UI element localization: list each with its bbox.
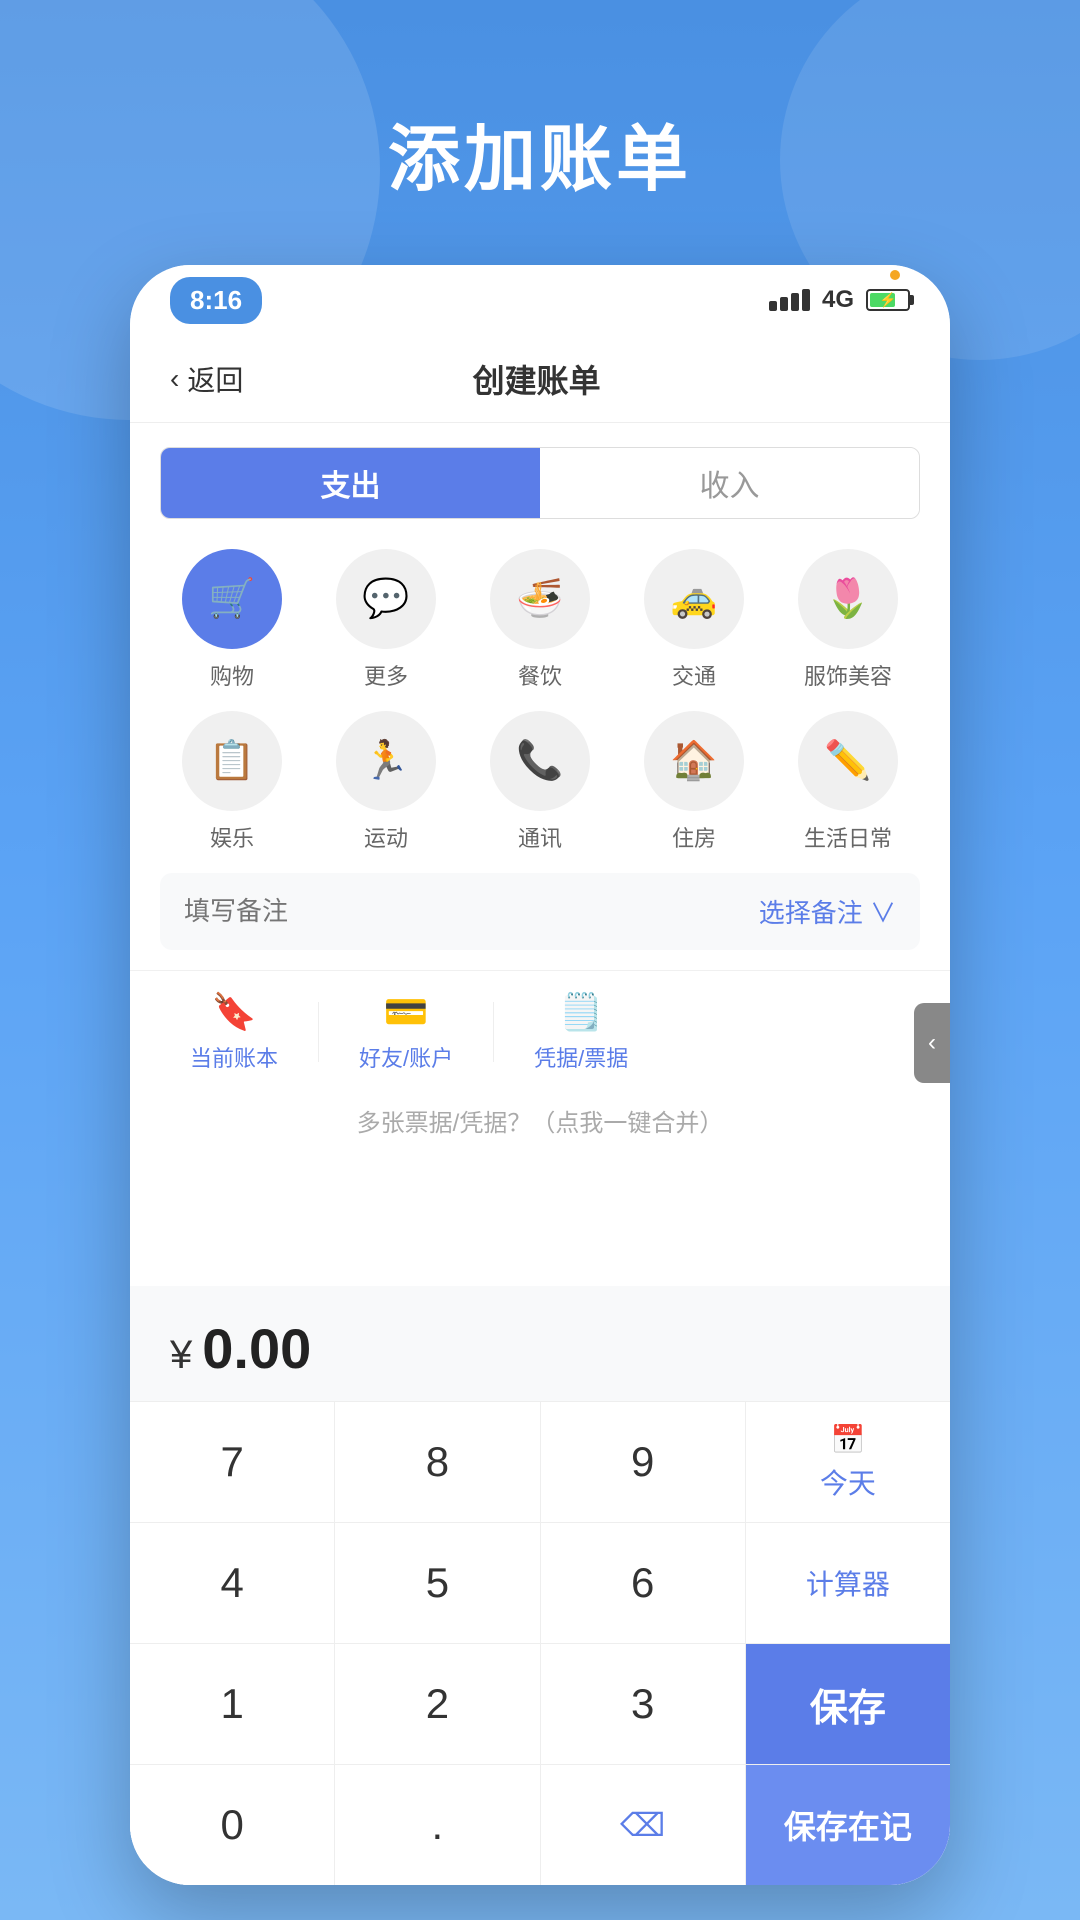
main-content: 支出 收入 🛒 购物 💬 更多 🍜 餐饮 🚕: [130, 423, 950, 1885]
numpad-row-3: 1 2 3 保存: [130, 1643, 950, 1764]
category-fashion-icon: 🌷: [798, 549, 898, 649]
dot-indicator: [890, 270, 900, 280]
back-label: 返回: [187, 359, 243, 399]
category-entertainment-label: 娱乐: [210, 821, 254, 853]
receipt-icon: 🗒️: [559, 991, 604, 1033]
remark-row: 选择备注 ∨: [160, 873, 920, 950]
status-time: 8:16: [170, 277, 262, 324]
numpad: 7 8 9 📅 今天 4 5 6 计算器: [130, 1401, 950, 1885]
nav-title: 创建账单: [243, 356, 830, 402]
voucher-label: 凭据/票据: [534, 1041, 628, 1073]
remark-select-button[interactable]: 选择备注 ∨: [759, 893, 896, 930]
category-entertainment[interactable]: 📋 娱乐: [160, 711, 304, 853]
action-row: 🔖 当前账本 💳 好友/账户 🗒️ 凭据/票据: [130, 970, 950, 1093]
key-today[interactable]: 📅 今天: [746, 1402, 950, 1522]
panel-toggle[interactable]: ‹: [914, 1003, 950, 1083]
page-title: 添加账单: [388, 100, 692, 205]
category-shopping[interactable]: 🛒 购物: [160, 549, 304, 691]
key-2[interactable]: 2: [335, 1644, 540, 1764]
category-transport[interactable]: 🚕 交通: [622, 549, 766, 691]
category-telecom[interactable]: 📞 通讯: [468, 711, 612, 853]
key-9[interactable]: 9: [541, 1402, 746, 1522]
remark-select-label: 选择备注: [759, 898, 863, 928]
today-label: 今天: [820, 1462, 876, 1502]
category-housing[interactable]: 🏠 住房: [622, 711, 766, 853]
key-save-record[interactable]: 保存在记: [746, 1765, 950, 1885]
category-transport-label: 交通: [672, 659, 716, 691]
category-fashion-label: 服饰美容: [804, 659, 892, 691]
back-chevron-icon: ‹: [170, 363, 179, 395]
chevron-left-icon: ‹: [928, 1029, 936, 1057]
category-telecom-label: 通讯: [518, 821, 562, 853]
category-sports[interactable]: 🏃 运动: [314, 711, 458, 853]
key-5[interactable]: 5: [335, 1523, 540, 1643]
status-right: 4G ⚡: [769, 286, 910, 314]
key-save[interactable]: 保存: [746, 1644, 950, 1764]
current-account-button[interactable]: 🔖 当前账本: [160, 981, 308, 1083]
remark-input[interactable]: [184, 896, 759, 927]
calendar-icon: 📅: [830, 1423, 865, 1456]
delete-icon: ⌫: [620, 1806, 665, 1844]
nav-bar: ‹ 返回 创建账单: [130, 335, 950, 423]
category-sports-label: 运动: [364, 821, 408, 853]
amount-display: ¥ 0.00: [130, 1286, 950, 1401]
action-divider-1: [318, 1002, 319, 1062]
category-daily-label: 生活日常: [804, 821, 892, 853]
key-8[interactable]: 8: [335, 1402, 540, 1522]
battery-icon: ⚡: [866, 289, 910, 311]
category-food-label: 餐饮: [518, 659, 562, 691]
key-7[interactable]: 7: [130, 1402, 335, 1522]
status-bar: 8:16 4G ⚡: [130, 265, 950, 335]
tab-expense[interactable]: 支出: [161, 448, 540, 518]
numpad-row-4: 0 . ⌫ 保存在记: [130, 1764, 950, 1885]
key-6[interactable]: 6: [541, 1523, 746, 1643]
back-button[interactable]: ‹ 返回: [170, 359, 243, 399]
category-telecom-icon: 📞: [490, 711, 590, 811]
category-transport-icon: 🚕: [644, 549, 744, 649]
phone-frame: 8:16 4G ⚡ ‹ 返回 创建账单: [130, 265, 950, 1885]
category-grid-row2: 📋 娱乐 🏃 运动 📞 通讯 🏠 住房 ✏️ 生活日常: [130, 701, 950, 873]
category-entertainment-icon: 📋: [182, 711, 282, 811]
key-calculator[interactable]: 计算器: [746, 1523, 950, 1643]
key-3[interactable]: 3: [541, 1644, 746, 1764]
friend-account-label: 好友/账户: [359, 1041, 453, 1073]
category-sports-icon: 🏃: [336, 711, 436, 811]
category-food-icon: 🍜: [490, 549, 590, 649]
category-shopping-label: 购物: [210, 659, 254, 691]
key-4[interactable]: 4: [130, 1523, 335, 1643]
category-more[interactable]: 💬 更多: [314, 549, 458, 691]
page-background: 添加账单 8:16 4G ⚡ ‹ 返回 创建账单: [0, 0, 1080, 1920]
signal-icon: [769, 289, 810, 311]
category-more-label: 更多: [364, 659, 408, 691]
category-shopping-icon: 🛒: [182, 549, 282, 649]
merge-hint[interactable]: 多张票据/凭据？（点我一键合并）: [130, 1093, 950, 1158]
category-more-icon: 💬: [336, 549, 436, 649]
category-housing-label: 住房: [672, 821, 716, 853]
currency-symbol: ¥: [170, 1333, 192, 1378]
voucher-button[interactable]: 🗒️ 凭据/票据: [504, 981, 658, 1083]
category-food[interactable]: 🍜 餐饮: [468, 549, 612, 691]
bookmark-icon: 🔖: [212, 991, 257, 1033]
network-label: 4G: [822, 286, 854, 314]
category-grid-row1: 🛒 购物 💬 更多 🍜 餐饮 🚕 交通 🌷 服饰美容: [130, 539, 950, 711]
chevron-down-icon: ∨: [870, 898, 896, 928]
category-fashion[interactable]: 🌷 服饰美容: [776, 549, 920, 691]
category-daily[interactable]: ✏️ 生活日常: [776, 711, 920, 853]
key-0[interactable]: 0: [130, 1765, 335, 1885]
card-icon: 💳: [384, 991, 429, 1033]
category-housing-icon: 🏠: [644, 711, 744, 811]
key-delete[interactable]: ⌫: [541, 1765, 746, 1885]
tab-switcher: 支出 收入: [160, 447, 920, 519]
numpad-row-2: 4 5 6 计算器: [130, 1522, 950, 1643]
key-1[interactable]: 1: [130, 1644, 335, 1764]
tab-income[interactable]: 收入: [540, 448, 919, 518]
action-divider-2: [493, 1002, 494, 1062]
key-dot[interactable]: .: [335, 1765, 540, 1885]
friend-account-button[interactable]: 💳 好友/账户: [329, 981, 483, 1083]
numpad-row-1: 7 8 9 📅 今天: [130, 1401, 950, 1522]
current-account-label: 当前账本: [190, 1041, 278, 1073]
category-daily-icon: ✏️: [798, 711, 898, 811]
amount-value: 0.00: [202, 1316, 311, 1381]
calculator-label: 计算器: [806, 1563, 890, 1603]
